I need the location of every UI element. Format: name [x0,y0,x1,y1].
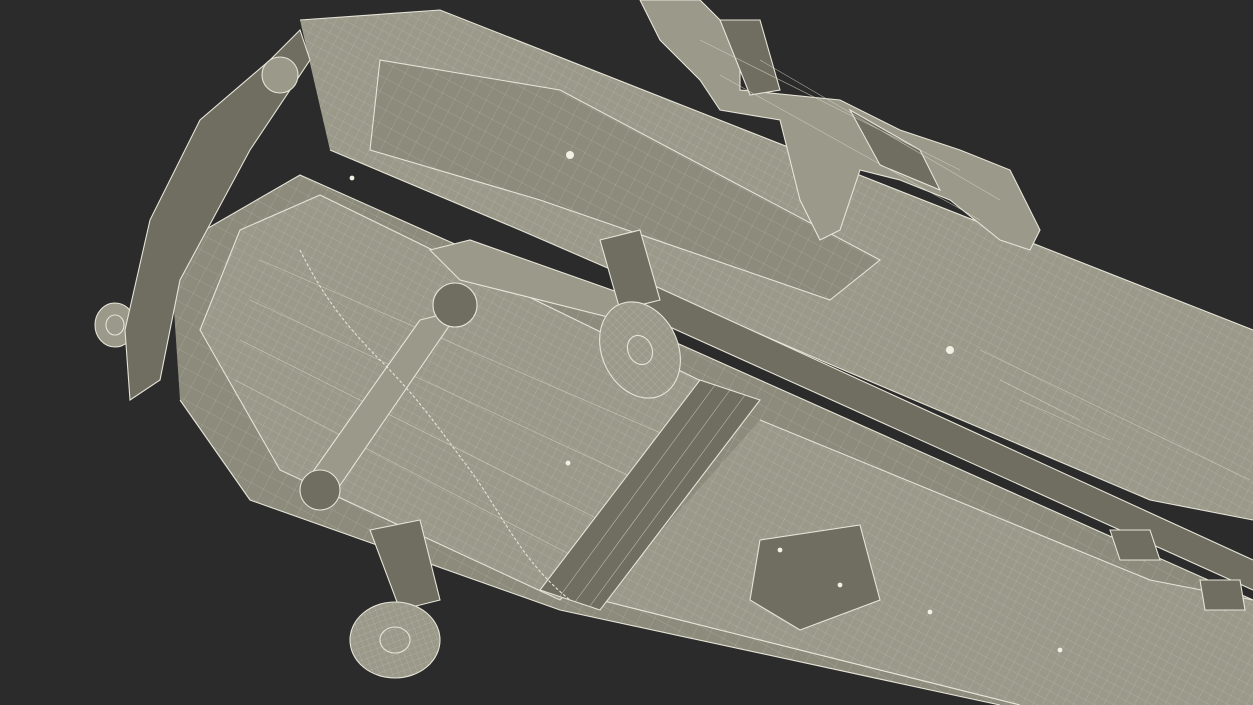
render-viewport [0,0,1253,705]
hospital-bed-wireframe-render [94,0,1253,705]
